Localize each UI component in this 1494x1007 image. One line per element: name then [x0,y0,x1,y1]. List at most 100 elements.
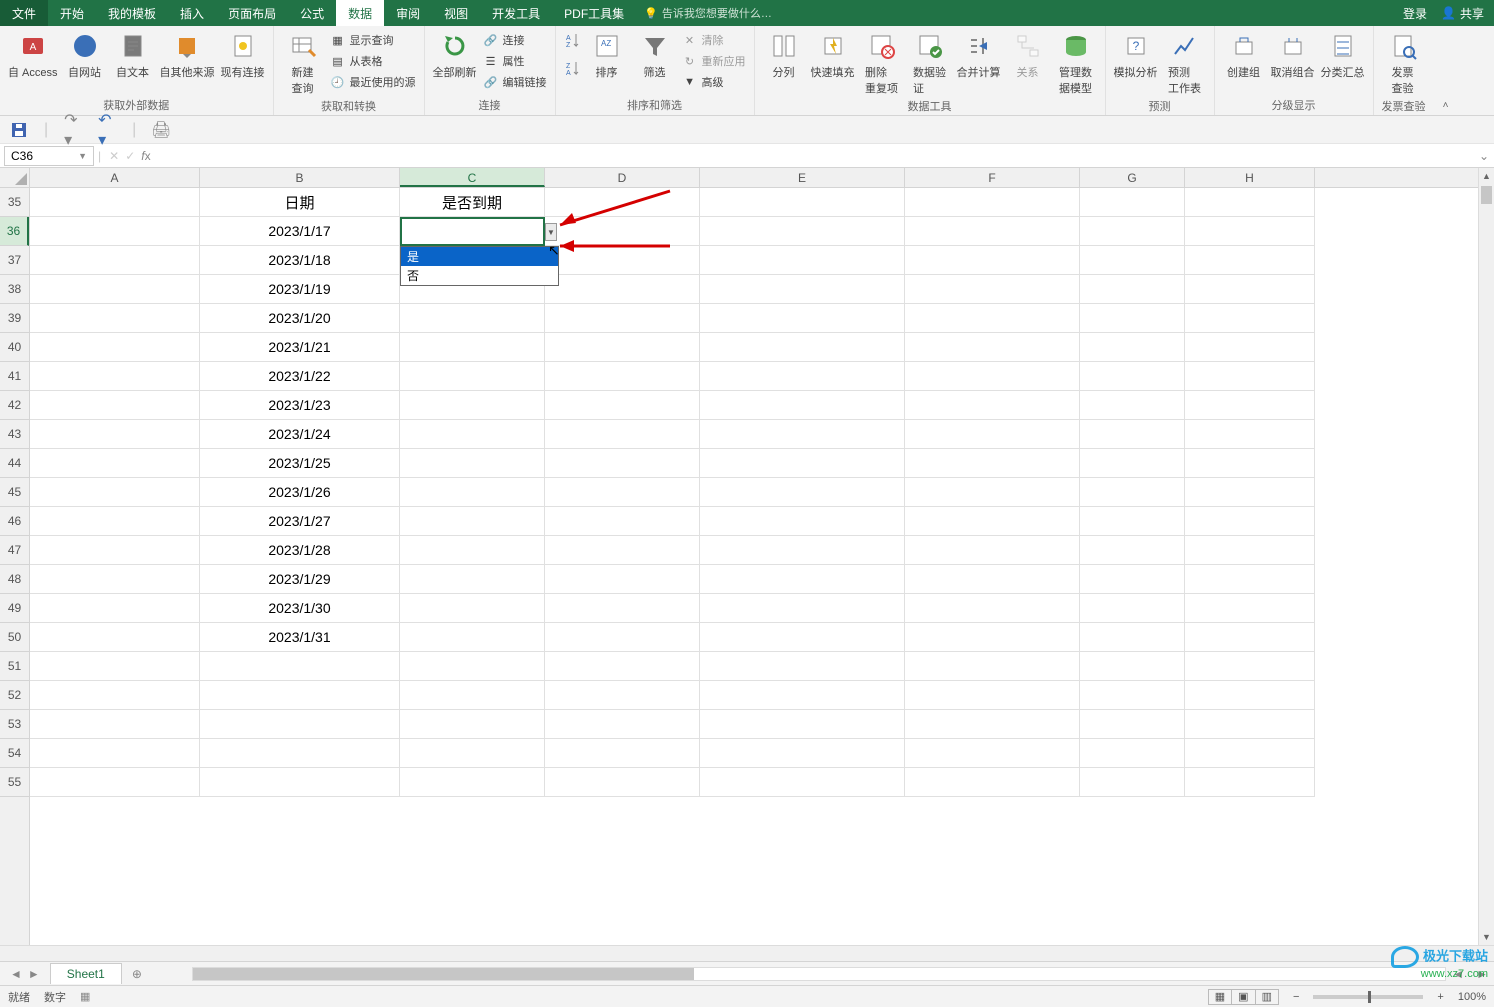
enter-formula-button[interactable]: ✓ [125,149,135,163]
zoom-level[interactable]: 100% [1458,991,1486,1003]
row-header-41[interactable]: 41 [0,362,29,391]
cell-E54[interactable] [700,739,905,768]
cell-C36[interactable] [400,217,545,246]
advanced-filter-button[interactable]: ▼高级 [682,72,746,92]
cell-D41[interactable] [545,362,700,391]
filter-button[interactable]: 筛选 [634,30,676,80]
cell-B42[interactable]: 2023/1/23 [200,391,400,420]
cell-H42[interactable] [1185,391,1315,420]
cell-H55[interactable] [1185,768,1315,797]
cell-H52[interactable] [1185,681,1315,710]
cell-F43[interactable] [905,420,1080,449]
cell-F40[interactable] [905,333,1080,362]
cell-A46[interactable] [30,507,200,536]
cell-G44[interactable] [1080,449,1185,478]
select-all-corner[interactable] [0,168,30,188]
cell-A36[interactable] [30,217,200,246]
cell-H37[interactable] [1185,246,1315,275]
column-header-H[interactable]: H [1185,168,1315,187]
cell-H39[interactable] [1185,304,1315,333]
cell-E38[interactable] [700,275,905,304]
cell-H40[interactable] [1185,333,1315,362]
what-if-button[interactable]: ?模拟分析 [1114,30,1158,80]
cell-C42[interactable] [400,391,545,420]
redo-button[interactable]: ↷ ▾ [64,121,82,139]
cell-B55[interactable] [200,768,400,797]
row-header-38[interactable]: 38 [0,275,29,304]
tell-me[interactable]: 💡告诉我您想要做什么… [636,0,780,26]
cell-B52[interactable] [200,681,400,710]
cell-C46[interactable] [400,507,545,536]
cell-B53[interactable] [200,710,400,739]
row-header-36[interactable]: 36 [0,217,29,246]
row-header-44[interactable]: 44 [0,449,29,478]
tab-view[interactable]: 视图 [432,0,480,26]
fx-button[interactable]: fx [141,149,150,163]
cell-A43[interactable] [30,420,200,449]
cell-G37[interactable] [1080,246,1185,275]
cell-F47[interactable] [905,536,1080,565]
cell-B45[interactable]: 2023/1/26 [200,478,400,507]
connections-button[interactable]: 🔗连接 [483,30,547,50]
tab-pdf[interactable]: PDF工具集 [552,0,636,26]
cell-A51[interactable] [30,652,200,681]
tab-nav-prev[interactable]: ◄ [10,967,22,981]
cell-E41[interactable] [700,362,905,391]
cell-A35[interactable] [30,188,200,217]
flash-fill-button[interactable]: 快速填充 [811,30,855,80]
cell-A50[interactable] [30,623,200,652]
cell-D38[interactable] [545,275,700,304]
cell-C52[interactable] [400,681,545,710]
cell-G54[interactable] [1080,739,1185,768]
cell-E35[interactable] [700,188,905,217]
cell-D36[interactable] [545,217,700,246]
relationships-button[interactable]: 关系 [1007,30,1049,80]
cell-D37[interactable] [545,246,700,275]
cell-G42[interactable] [1080,391,1185,420]
row-header-50[interactable]: 50 [0,623,29,652]
cell-A48[interactable] [30,565,200,594]
column-header-E[interactable]: E [700,168,905,187]
tab-review[interactable]: 审阅 [384,0,432,26]
cell-D44[interactable] [545,449,700,478]
cell-H50[interactable] [1185,623,1315,652]
row-header-45[interactable]: 45 [0,478,29,507]
row-header-47[interactable]: 47 [0,536,29,565]
cell-A42[interactable] [30,391,200,420]
cell-C50[interactable] [400,623,545,652]
vertical-scrollbar[interactable]: ▲ ▼ [1478,168,1494,945]
edit-links-button[interactable]: 🔗编辑链接 [483,72,547,92]
cell-C35[interactable]: 是否到期 [400,188,545,217]
cell-B39[interactable]: 2023/1/20 [200,304,400,333]
cell-D53[interactable] [545,710,700,739]
dropdown-option-yes[interactable]: 是 [401,247,558,266]
cell-F51[interactable] [905,652,1080,681]
cell-E48[interactable] [700,565,905,594]
cell-C44[interactable] [400,449,545,478]
cell-H46[interactable] [1185,507,1315,536]
cell-A55[interactable] [30,768,200,797]
cell-F48[interactable] [905,565,1080,594]
cell-F55[interactable] [905,768,1080,797]
validation-dropdown-button[interactable]: ▼ [545,223,557,241]
cell-E51[interactable] [700,652,905,681]
cell-C51[interactable] [400,652,545,681]
cell-E42[interactable] [700,391,905,420]
cell-F36[interactable] [905,217,1080,246]
cell-E50[interactable] [700,623,905,652]
cell-E36[interactable] [700,217,905,246]
cell-G53[interactable] [1080,710,1185,739]
column-header-D[interactable]: D [545,168,700,187]
cell-H54[interactable] [1185,739,1315,768]
cell-D47[interactable] [545,536,700,565]
show-queries-button[interactable]: ▦显示查询 [330,30,416,50]
data-model-button[interactable]: 管理数 据模型 [1055,30,1097,96]
cell-A39[interactable] [30,304,200,333]
cell-A41[interactable] [30,362,200,391]
subtotal-button[interactable]: 分类汇总 [1321,30,1365,80]
cell-D51[interactable] [545,652,700,681]
row-header-51[interactable]: 51 [0,652,29,681]
cell-F44[interactable] [905,449,1080,478]
tab-data[interactable]: 数据 [336,0,384,26]
dropdown-option-no[interactable]: 否 [401,266,558,285]
